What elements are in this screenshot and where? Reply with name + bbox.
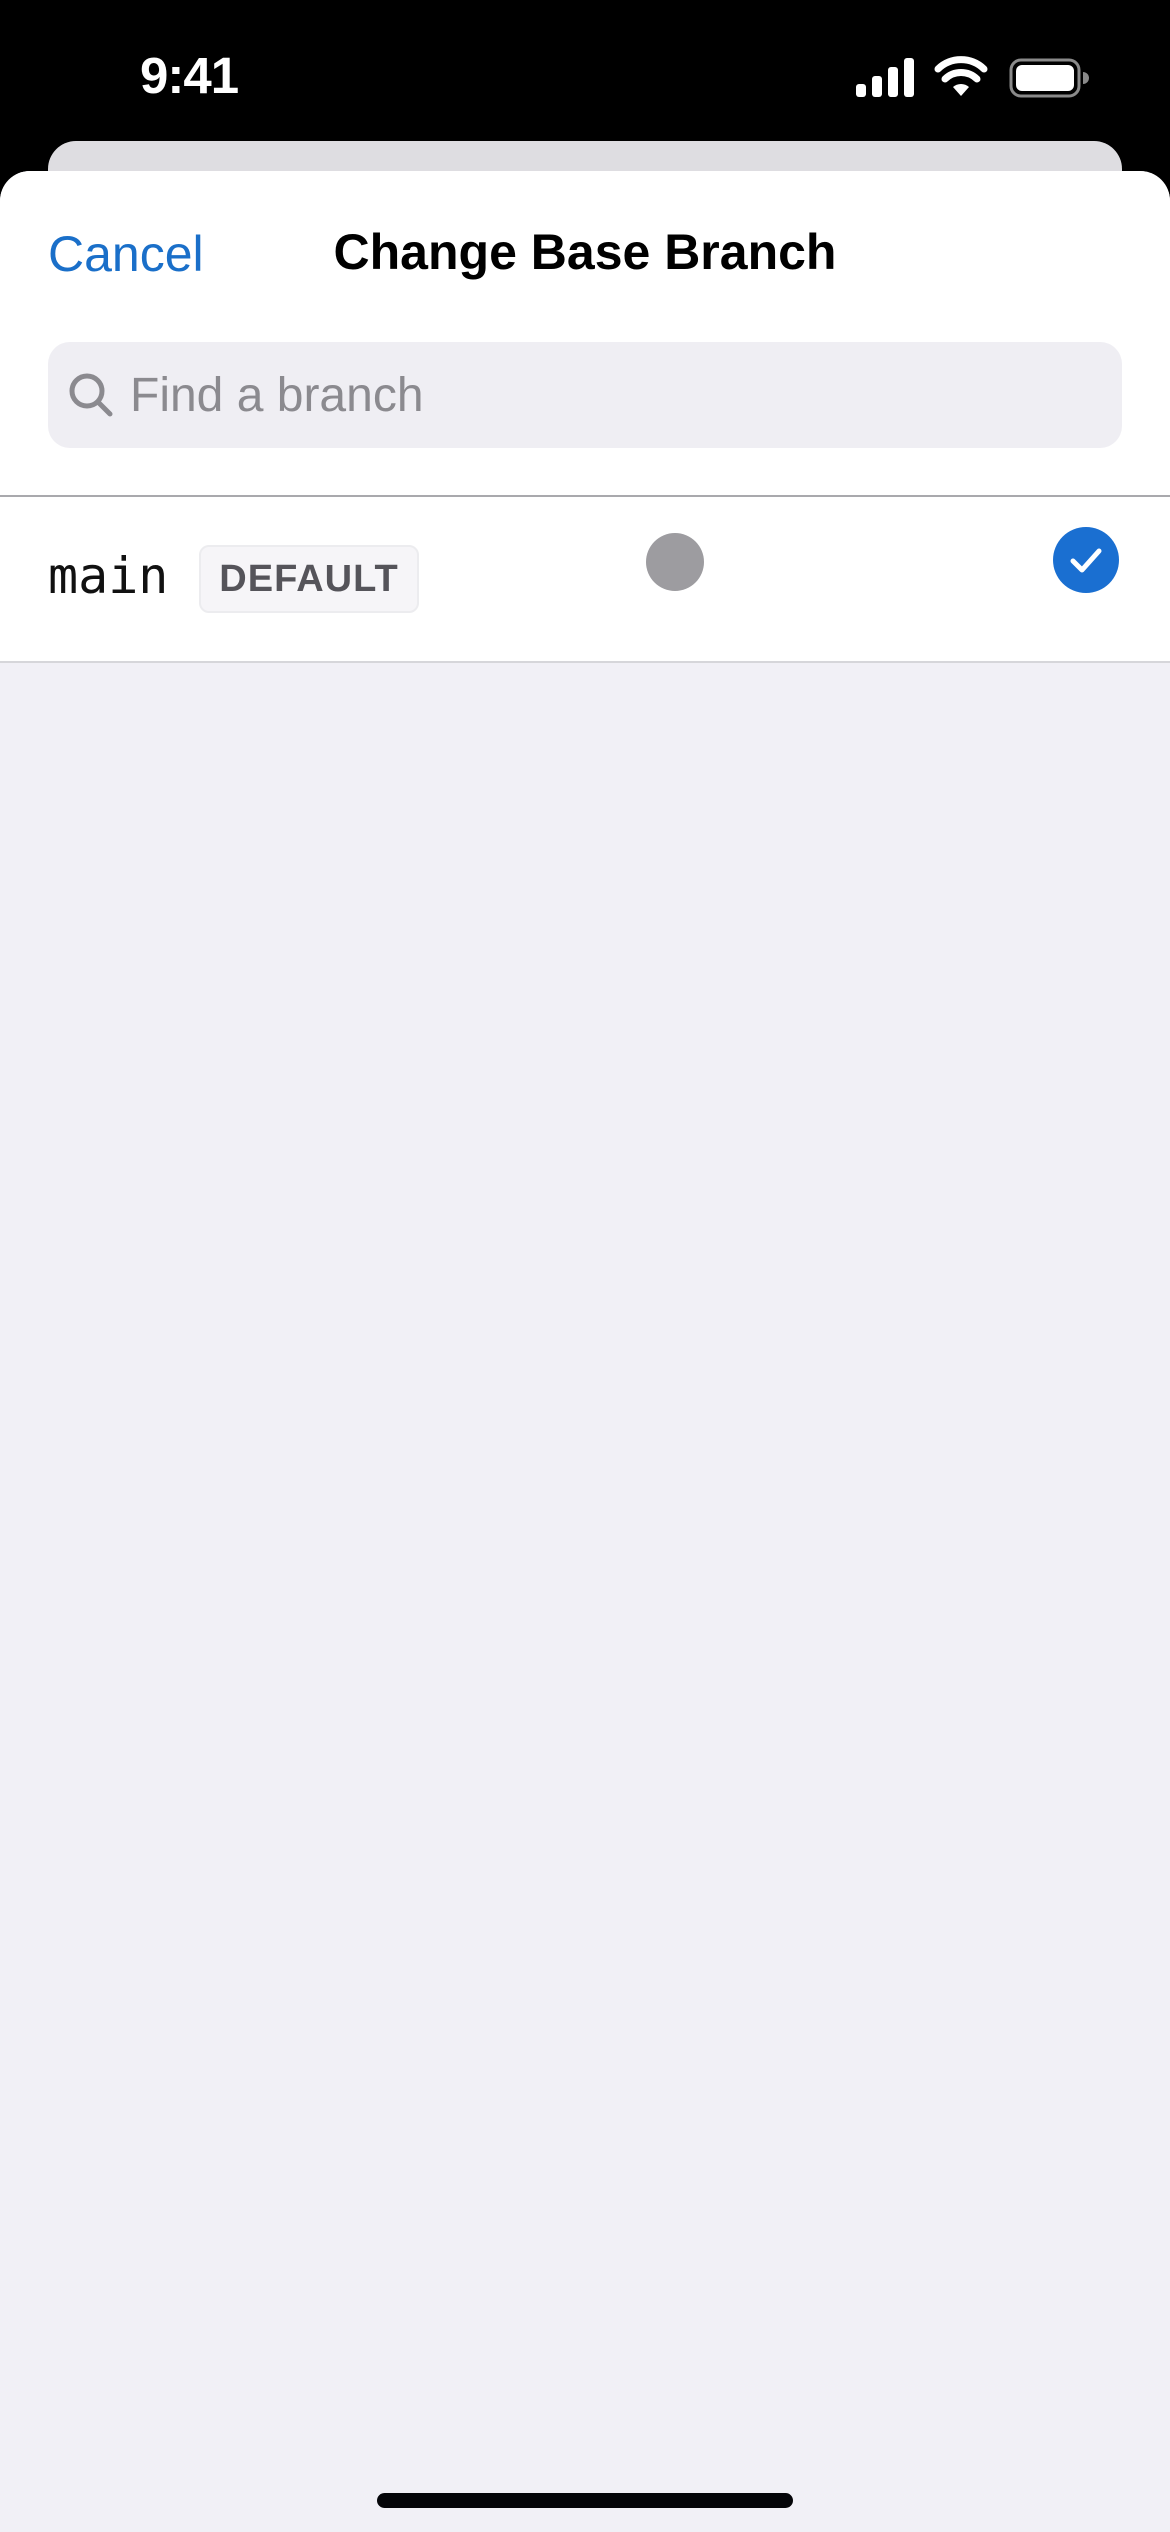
default-badge: DEFAULT <box>199 545 419 613</box>
battery-icon <box>1009 58 1089 98</box>
checkmark-selected-icon <box>1053 527 1119 593</box>
status-bar: 9:41 <box>0 0 1170 141</box>
branch-search-field[interactable] <box>48 342 1122 448</box>
search-icon <box>69 373 113 417</box>
cellular-signal-icon <box>856 58 914 97</box>
status-dot-icon <box>646 533 704 591</box>
sheet-header: Change Base Branch Cancel <box>0 171 1170 497</box>
branch-row-main[interactable]: main DEFAULT <box>0 497 1170 663</box>
search-input[interactable] <box>130 342 1090 448</box>
wifi-icon <box>934 56 988 96</box>
home-indicator <box>377 2493 793 2508</box>
cancel-button[interactable]: Cancel <box>48 225 204 283</box>
branch-name: main <box>48 547 169 605</box>
change-base-branch-sheet: Change Base Branch Cancel main DEFAULT <box>0 171 1170 2532</box>
status-time: 9:41 <box>140 47 239 104</box>
